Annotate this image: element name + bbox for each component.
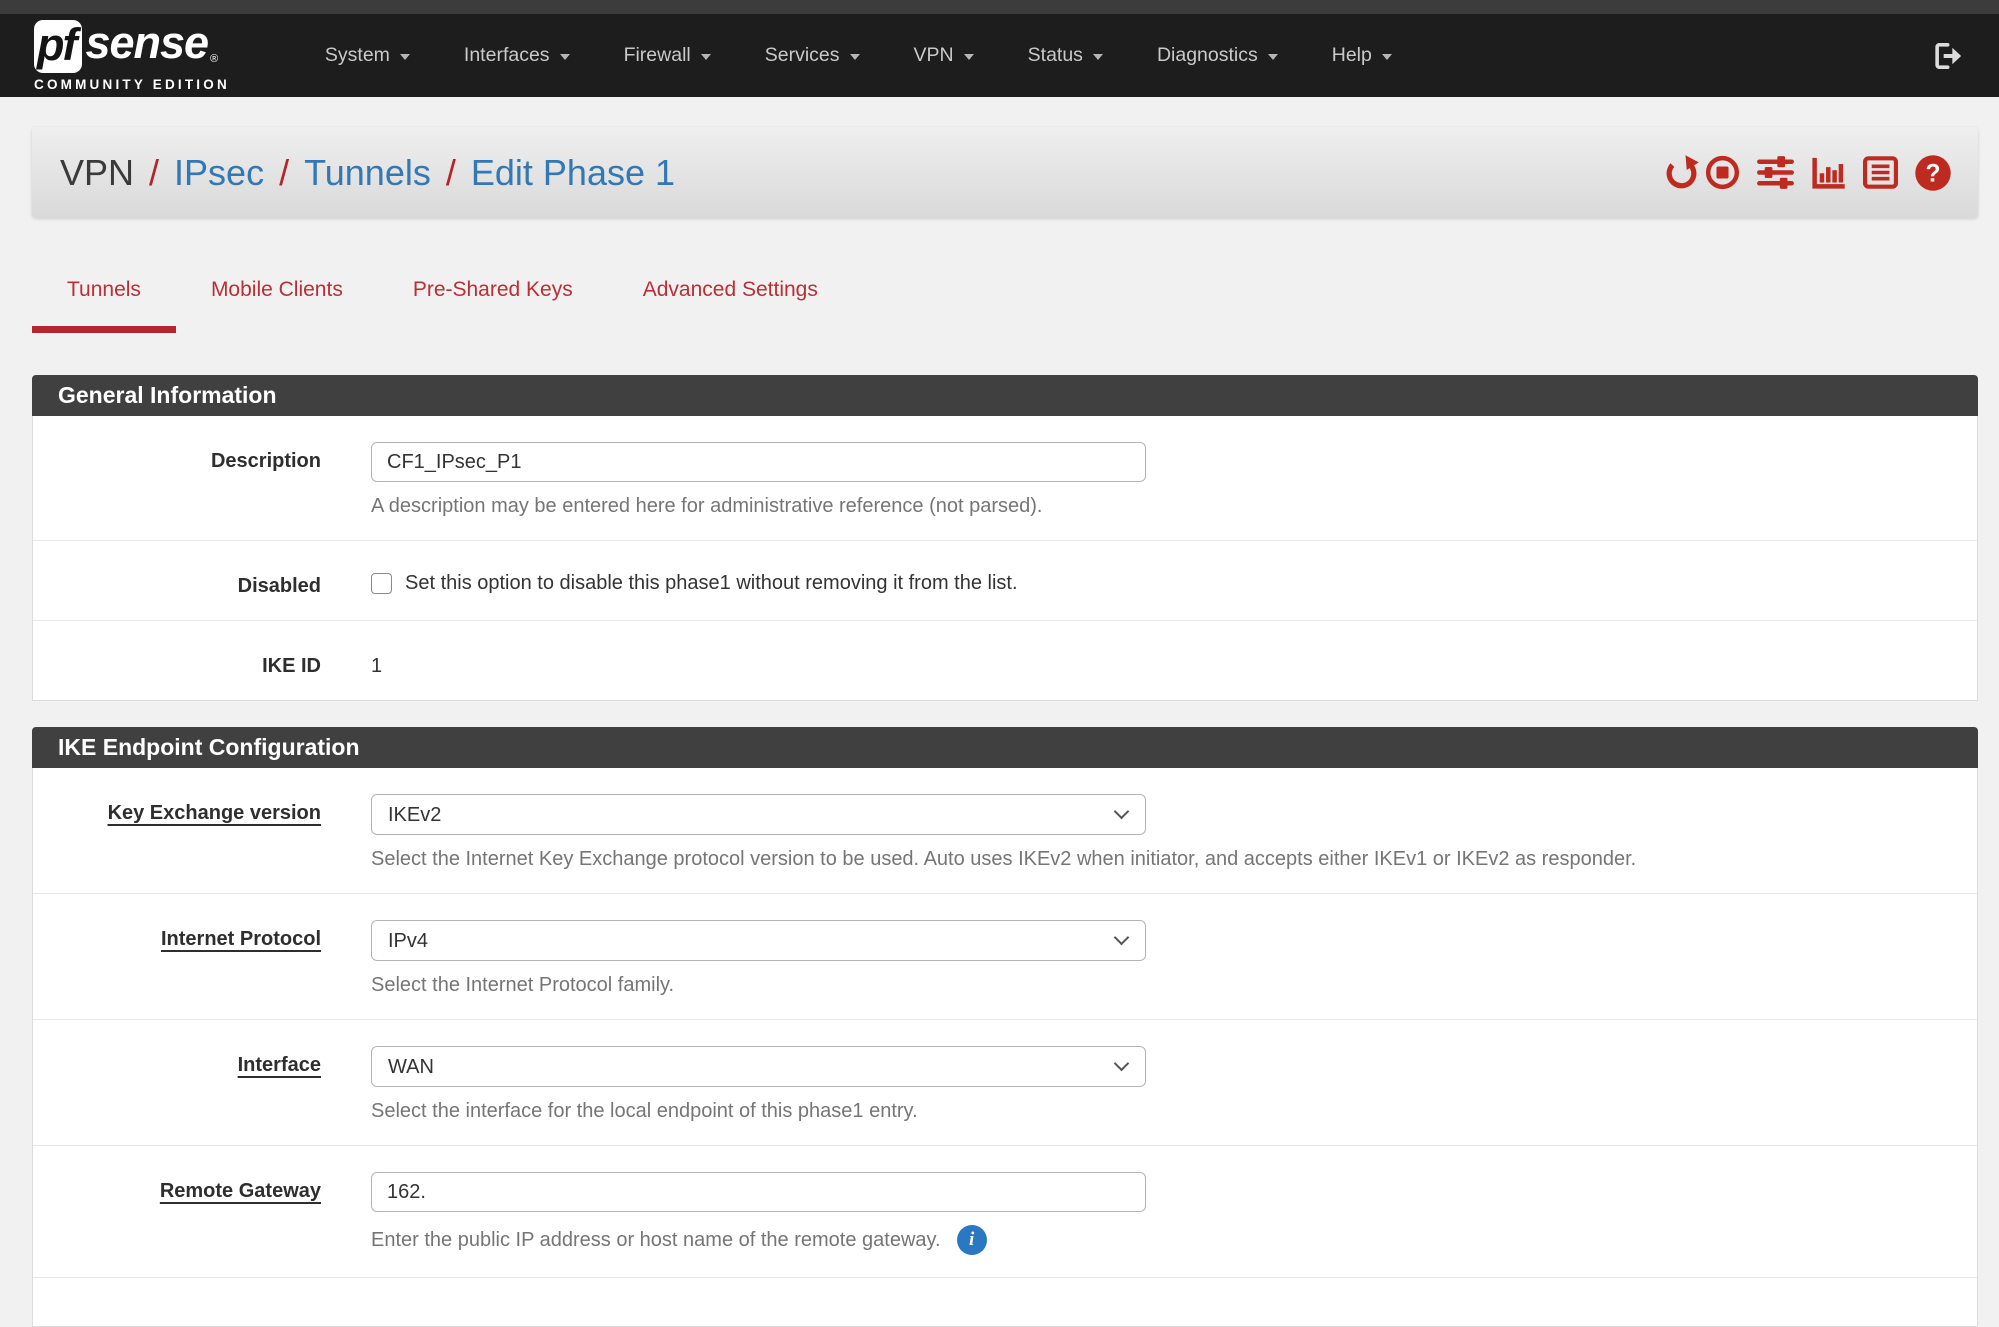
tab-pre-shared-keys[interactable]: Pre-Shared Keys (378, 278, 608, 333)
tab-tunnels[interactable]: Tunnels (32, 278, 176, 333)
page-header-bar: VPN / IPsec / Tunnels / Edit Phase 1 (32, 127, 1978, 218)
main-navbar: pf sense ® COMMUNITY EDITION System Inte… (0, 14, 1999, 97)
description-input[interactable] (371, 442, 1146, 482)
menu-item-firewall[interactable]: Firewall (597, 14, 738, 97)
menu-label: VPN (914, 44, 954, 67)
internet-protocol-label: Internet Protocol (33, 920, 363, 951)
page-action-icons: ? (1663, 154, 1952, 192)
subnav-tabs: Tunnels Mobile Clients Pre-Shared Keys A… (32, 278, 1999, 333)
internet-protocol-select[interactable]: IPv4 (371, 920, 1146, 961)
internet-protocol-row: Internet Protocol IPv4 Select the Intern… (33, 893, 1977, 1019)
key-exchange-version-row: Key Exchange version IKEv2 Select the In… (33, 768, 1977, 893)
chevron-down-icon (701, 54, 711, 60)
ike-id-row: IKE ID 1 (33, 620, 1977, 700)
bar-chart-icon (1810, 154, 1847, 191)
breadcrumb-separator: / (279, 152, 289, 194)
menu-item-status[interactable]: Status (1001, 14, 1130, 97)
breadcrumb-link-edit-phase-1[interactable]: Edit Phase 1 (471, 152, 675, 194)
description-row: Description A description may be entered… (33, 416, 1977, 540)
remote-gateway-help-text: Enter the public IP address or host name… (371, 1229, 941, 1252)
ike-id-value: 1 (371, 647, 1977, 678)
svg-text:?: ? (1926, 160, 1941, 187)
disabled-row: Disabled Set this option to disable this… (33, 540, 1977, 620)
key-exchange-version-label: Key Exchange version (33, 794, 363, 825)
key-exchange-version-select[interactable]: IKEv2 (371, 794, 1146, 835)
menu-label: Interfaces (464, 44, 550, 67)
sign-out-button[interactable] (1929, 40, 1965, 72)
description-help-text: A description may be entered here for ad… (371, 495, 1977, 518)
menu-label: Help (1332, 44, 1372, 67)
logo-pf-mark: pf (34, 20, 82, 73)
next-row-partial (33, 1277, 1977, 1326)
main-menu: System Interfaces Firewall Services VPN … (298, 14, 1419, 97)
menu-item-diagnostics[interactable]: Diagnostics (1130, 14, 1305, 97)
chevron-down-icon (400, 54, 410, 60)
menu-label: Firewall (624, 44, 691, 67)
menu-label: Services (765, 44, 840, 67)
menu-label: Diagnostics (1157, 44, 1258, 67)
disabled-checkbox-label: Set this option to disable this phase1 w… (405, 572, 1018, 595)
sliders-icon (1756, 154, 1795, 191)
menu-item-interfaces[interactable]: Interfaces (437, 14, 597, 97)
chevron-down-icon (850, 54, 860, 60)
interface-row: Interface WAN Select the interface for t… (33, 1019, 1977, 1145)
breadcrumb-link-tunnels[interactable]: Tunnels (304, 152, 431, 194)
logo-sense-text: sense (85, 20, 208, 65)
stop-icon (1704, 154, 1741, 191)
breadcrumb-separator: / (446, 152, 456, 194)
remote-gateway-input[interactable] (371, 1172, 1146, 1212)
internet-protocol-help-text: Select the Internet Protocol family. (371, 974, 1977, 997)
section-title-ike-endpoint-configuration: IKE Endpoint Configuration (32, 727, 1978, 768)
remote-gateway-row: Remote Gateway Enter the public IP addre… (33, 1145, 1977, 1277)
logo-community-edition: COMMUNITY EDITION (34, 77, 230, 92)
menu-label: Status (1028, 44, 1083, 67)
log-list-icon (1862, 154, 1899, 191)
disabled-label: Disabled (33, 567, 363, 598)
top-strip (0, 0, 1999, 14)
breadcrumb-section: VPN (60, 152, 134, 194)
breadcrumb: VPN / IPsec / Tunnels / Edit Phase 1 (60, 152, 675, 194)
chevron-down-icon (964, 54, 974, 60)
chevron-down-icon (1093, 54, 1103, 60)
breadcrumb-separator: / (149, 152, 159, 194)
ike-endpoint-configuration-section: IKE Endpoint Configuration Key Exchange … (32, 727, 1978, 1327)
menu-item-vpn[interactable]: VPN (887, 14, 1001, 97)
description-label: Description (33, 442, 363, 473)
remote-gateway-label: Remote Gateway (33, 1172, 363, 1203)
tab-advanced-settings[interactable]: Advanced Settings (608, 278, 853, 333)
logo-registered-mark: ® (210, 54, 218, 65)
chevron-down-icon (560, 54, 570, 60)
key-exchange-version-help-text: Select the Internet Key Exchange protoco… (371, 848, 1977, 871)
pfsense-logo[interactable]: pf sense ® COMMUNITY EDITION (34, 20, 230, 92)
menu-item-services[interactable]: Services (738, 14, 887, 97)
refresh-button[interactable] (1663, 154, 1700, 191)
disabled-checkbox[interactable] (371, 573, 392, 594)
refresh-icon (1663, 154, 1700, 191)
menu-label: System (325, 44, 390, 67)
tab-mobile-clients[interactable]: Mobile Clients (176, 278, 378, 333)
general-information-section: General Information Description A descri… (32, 375, 1978, 701)
status-graph-button[interactable] (1810, 154, 1847, 191)
filter-settings-button[interactable] (1756, 154, 1795, 191)
breadcrumb-link-ipsec[interactable]: IPsec (174, 152, 264, 194)
log-button[interactable] (1862, 154, 1899, 191)
stop-button[interactable] (1704, 154, 1741, 191)
info-icon: i (957, 1225, 987, 1255)
menu-item-help[interactable]: Help (1305, 14, 1419, 97)
interface-label: Interface (33, 1046, 363, 1077)
menu-item-system[interactable]: System (298, 14, 437, 97)
interface-help-text: Select the interface for the local endpo… (371, 1100, 1977, 1123)
page-help-button[interactable]: ? (1914, 154, 1952, 192)
sign-out-icon (1929, 40, 1965, 72)
interface-select[interactable]: WAN (371, 1046, 1146, 1087)
chevron-down-icon (1382, 54, 1392, 60)
section-title-general-information: General Information (32, 375, 1978, 416)
help-icon: ? (1914, 154, 1952, 192)
ike-id-label: IKE ID (33, 647, 363, 678)
chevron-down-icon (1268, 54, 1278, 60)
